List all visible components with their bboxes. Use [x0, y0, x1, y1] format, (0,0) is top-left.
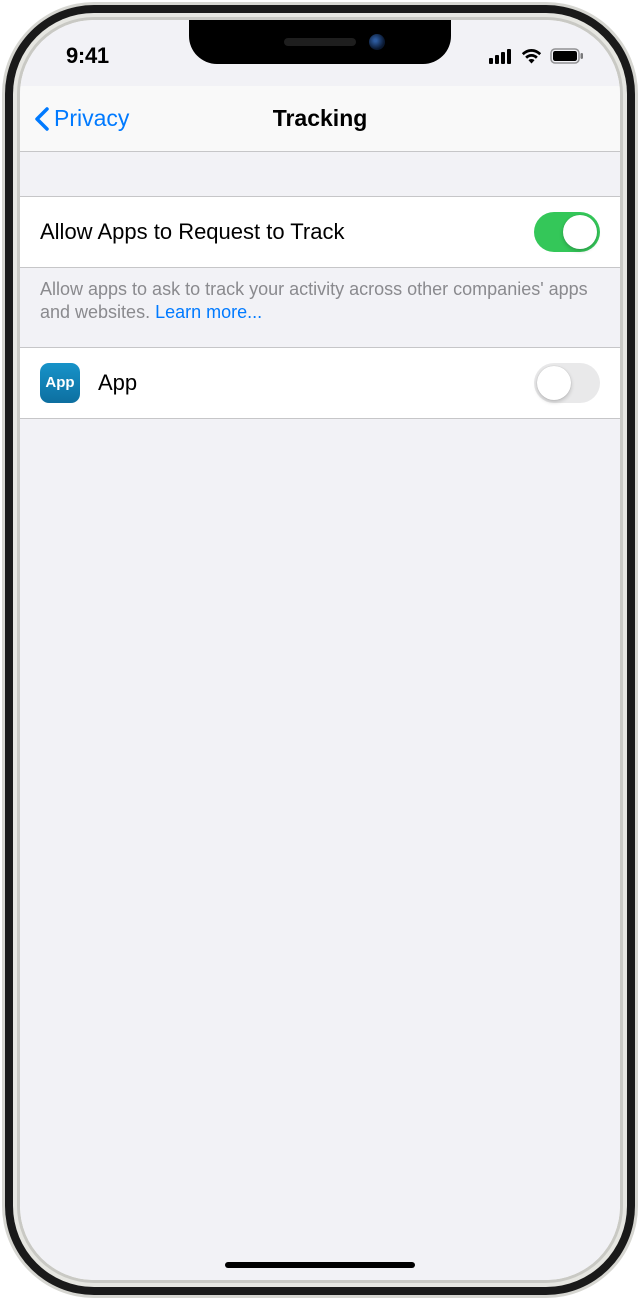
app-icon: App: [40, 363, 80, 403]
speaker: [284, 38, 356, 46]
allow-tracking-footer: Allow apps to ask to track your activity…: [20, 268, 620, 347]
battery-icon: [550, 48, 584, 64]
front-camera: [369, 34, 385, 50]
screen: 9:41: [20, 20, 620, 1280]
allow-tracking-label: Allow Apps to Request to Track: [40, 219, 345, 245]
toggle-knob: [563, 215, 597, 249]
notch: [189, 20, 451, 64]
wifi-icon: [520, 48, 543, 64]
cellular-icon: [489, 49, 513, 64]
app-cell: App App: [20, 347, 620, 419]
page-title: Tracking: [273, 105, 368, 132]
back-label: Privacy: [54, 105, 129, 132]
home-indicator[interactable]: [225, 1262, 415, 1268]
app-tracking-toggle[interactable]: [534, 363, 600, 403]
allow-tracking-cell: Allow Apps to Request to Track: [20, 196, 620, 268]
allow-tracking-toggle[interactable]: [534, 212, 600, 252]
app-name: App: [98, 370, 137, 396]
phone-frame: 9:41: [20, 20, 620, 1280]
chevron-left-icon: [34, 107, 50, 131]
nav-bar: Privacy Tracking: [20, 86, 620, 152]
status-icons: [489, 42, 584, 64]
footer-text: Allow apps to ask to track your activity…: [40, 279, 588, 322]
learn-more-link[interactable]: Learn more...: [155, 302, 262, 322]
content: Allow Apps to Request to Track Allow app…: [20, 152, 620, 419]
toggle-knob: [537, 366, 571, 400]
back-button[interactable]: Privacy: [34, 105, 129, 132]
status-time: 9:41: [66, 37, 109, 69]
